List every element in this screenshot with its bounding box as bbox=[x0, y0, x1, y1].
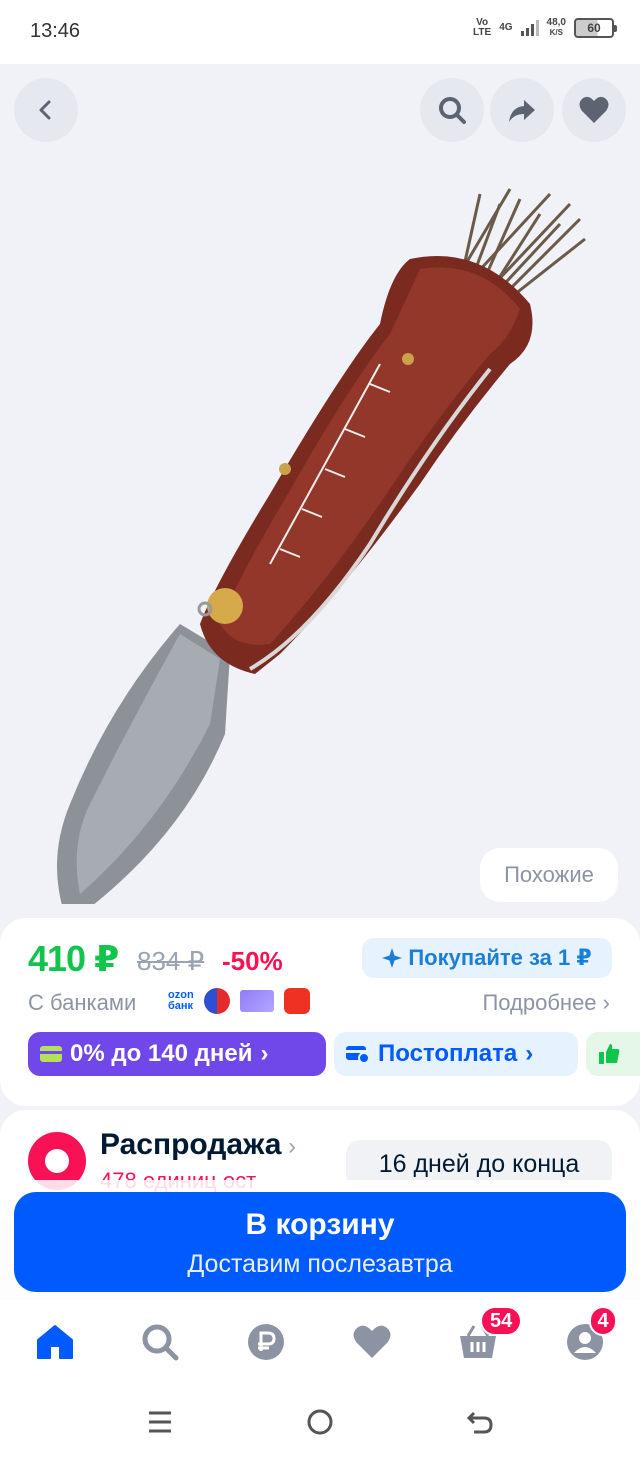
product-gallery[interactable]: Похожие bbox=[0, 64, 640, 914]
card-icon bbox=[40, 1046, 62, 1062]
reviews-chip[interactable] bbox=[586, 1032, 640, 1076]
tab-bar: 54 4 bbox=[0, 1300, 640, 1384]
postpay-label: Постоплата bbox=[378, 1040, 518, 1067]
delivery-label: Доставим послезавтра bbox=[187, 1250, 453, 1278]
similar-button[interactable]: Похожие bbox=[480, 848, 618, 902]
thumbs-up-icon bbox=[599, 1044, 620, 1064]
favorite-button[interactable] bbox=[562, 78, 626, 142]
bank-logos: ozon банк bbox=[168, 988, 310, 1014]
back-button[interactable] bbox=[14, 78, 78, 142]
tab-home[interactable] bbox=[33, 1320, 77, 1364]
cart-badge: 54 bbox=[480, 1306, 523, 1336]
back-icon bbox=[39, 100, 51, 120]
search-icon bbox=[439, 97, 466, 124]
signal-icon bbox=[520, 20, 539, 36]
status-time: 13:46 bbox=[30, 20, 81, 42]
bank-logo-purple bbox=[239, 990, 274, 1012]
price-old: 834 ₽ bbox=[137, 946, 205, 976]
bank-logo-red bbox=[283, 988, 310, 1014]
system-nav-bar bbox=[0, 1384, 640, 1458]
status-indicators: Vo LTE 4G 48,0 K/S 60 bbox=[473, 17, 617, 38]
price-current: 410 ₽ bbox=[28, 938, 119, 979]
price-card: 410 ₽ 834 ₽ -50% Покупайте за 1 ₽ С банк… bbox=[0, 918, 640, 1106]
product-image bbox=[57, 188, 586, 904]
net-speed: 48,0 K/S bbox=[546, 17, 566, 38]
tab-finance[interactable] bbox=[244, 1320, 288, 1364]
add-to-cart-button[interactable]: В корзину Доставим послезавтра bbox=[14, 1192, 626, 1292]
share-icon bbox=[509, 100, 535, 122]
search-icon bbox=[142, 1324, 179, 1361]
installment-chip[interactable]: 0% до 140 дней › bbox=[28, 1032, 326, 1076]
battery-icon: 60 bbox=[574, 18, 617, 38]
sale-title: Распродажа › bbox=[100, 1128, 297, 1161]
network-gen: 4G bbox=[499, 22, 513, 33]
circle-home-icon bbox=[307, 1409, 333, 1435]
recent-apps-button[interactable] bbox=[140, 1406, 180, 1438]
ruble-icon bbox=[248, 1324, 284, 1360]
tab-search[interactable] bbox=[138, 1320, 182, 1364]
tab-profile[interactable]: 4 bbox=[563, 1306, 617, 1364]
sparkle-icon bbox=[382, 948, 403, 968]
more-link[interactable]: Подробнее › bbox=[482, 990, 610, 1016]
add-to-cart-label: В корзину bbox=[245, 1208, 395, 1241]
banks-label: С банками bbox=[28, 990, 137, 1015]
search-button[interactable] bbox=[420, 78, 484, 142]
postpay-chip[interactable]: Постоплата › bbox=[334, 1032, 578, 1076]
volte-indicator: Vo LTE bbox=[473, 17, 492, 38]
back-arrow-icon bbox=[466, 1411, 493, 1434]
tab-favorites[interactable] bbox=[350, 1320, 394, 1364]
home-system-button[interactable] bbox=[300, 1406, 340, 1438]
menu-icon bbox=[149, 1411, 171, 1433]
installment-label: 0% до 140 дней bbox=[70, 1040, 253, 1067]
discount-badge: -50% bbox=[222, 946, 283, 976]
share-button[interactable] bbox=[490, 78, 554, 142]
ozon-bank-logo: ozon банк bbox=[168, 989, 194, 1012]
home-icon bbox=[37, 1325, 73, 1359]
status-bar: 13:46 Vo LTE 4G 48,0 K/S 60 bbox=[0, 0, 640, 64]
heart-icon bbox=[579, 96, 609, 123]
heart-icon bbox=[353, 1325, 391, 1358]
chevron-right-icon: › bbox=[525, 1040, 534, 1067]
tab-cart[interactable]: 54 bbox=[456, 1306, 523, 1364]
back-system-button[interactable] bbox=[460, 1406, 500, 1438]
chevron-right-icon: › bbox=[260, 1040, 269, 1067]
wallet-clock-icon bbox=[346, 1046, 370, 1064]
promo-button[interactable]: Покупайте за 1 ₽ bbox=[362, 938, 612, 978]
profile-badge: 4 bbox=[589, 1306, 617, 1336]
promo-label: Покупайте за 1 ₽ bbox=[408, 945, 592, 970]
bank-logo-red-blue bbox=[203, 988, 230, 1014]
